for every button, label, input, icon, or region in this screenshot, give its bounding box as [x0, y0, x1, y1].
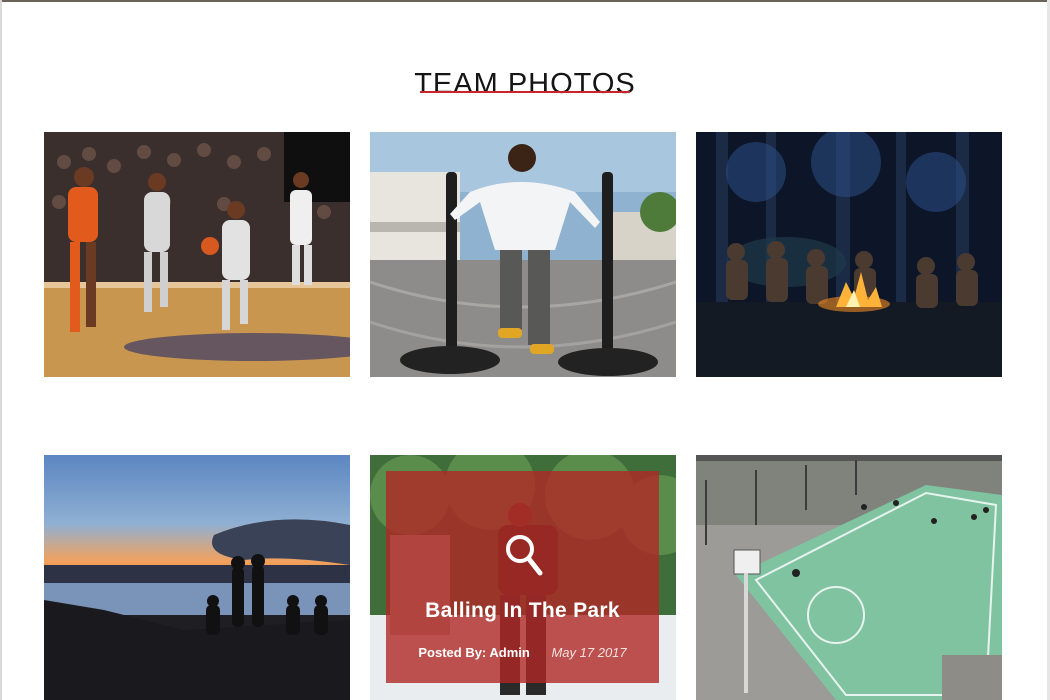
section-title: TEAM PHOTOS: [414, 68, 636, 101]
photo-title[interactable]: Balling In The Park: [386, 599, 659, 623]
photo-campfire[interactable]: [696, 132, 1002, 377]
basketball-game-image: [44, 132, 350, 377]
photo-hover-overlay[interactable]: Balling In The Park Posted By: Admin May…: [386, 471, 659, 683]
aerial-court-image: [696, 455, 1002, 700]
photo-sled-training[interactable]: [370, 132, 676, 377]
photo-basketball-game[interactable]: [44, 132, 350, 377]
lake-sunset-image: [44, 455, 350, 700]
photo-lake-sunset[interactable]: [44, 455, 350, 700]
left-edge: [0, 0, 2, 700]
photo-aerial-court[interactable]: [696, 455, 1002, 700]
magnifier-icon[interactable]: [504, 531, 544, 581]
photo-park-basketball[interactable]: Balling In The Park Posted By: Admin May…: [370, 455, 676, 700]
campfire-image: [696, 132, 1002, 377]
sled-training-image: [370, 132, 676, 377]
photo-meta: Posted By: Admin May 17 2017: [386, 645, 659, 660]
posted-by: Posted By: Admin: [418, 645, 530, 660]
post-date: May 17 2017: [551, 645, 627, 660]
title-underline: [420, 91, 630, 93]
top-border: [0, 0, 1050, 2]
